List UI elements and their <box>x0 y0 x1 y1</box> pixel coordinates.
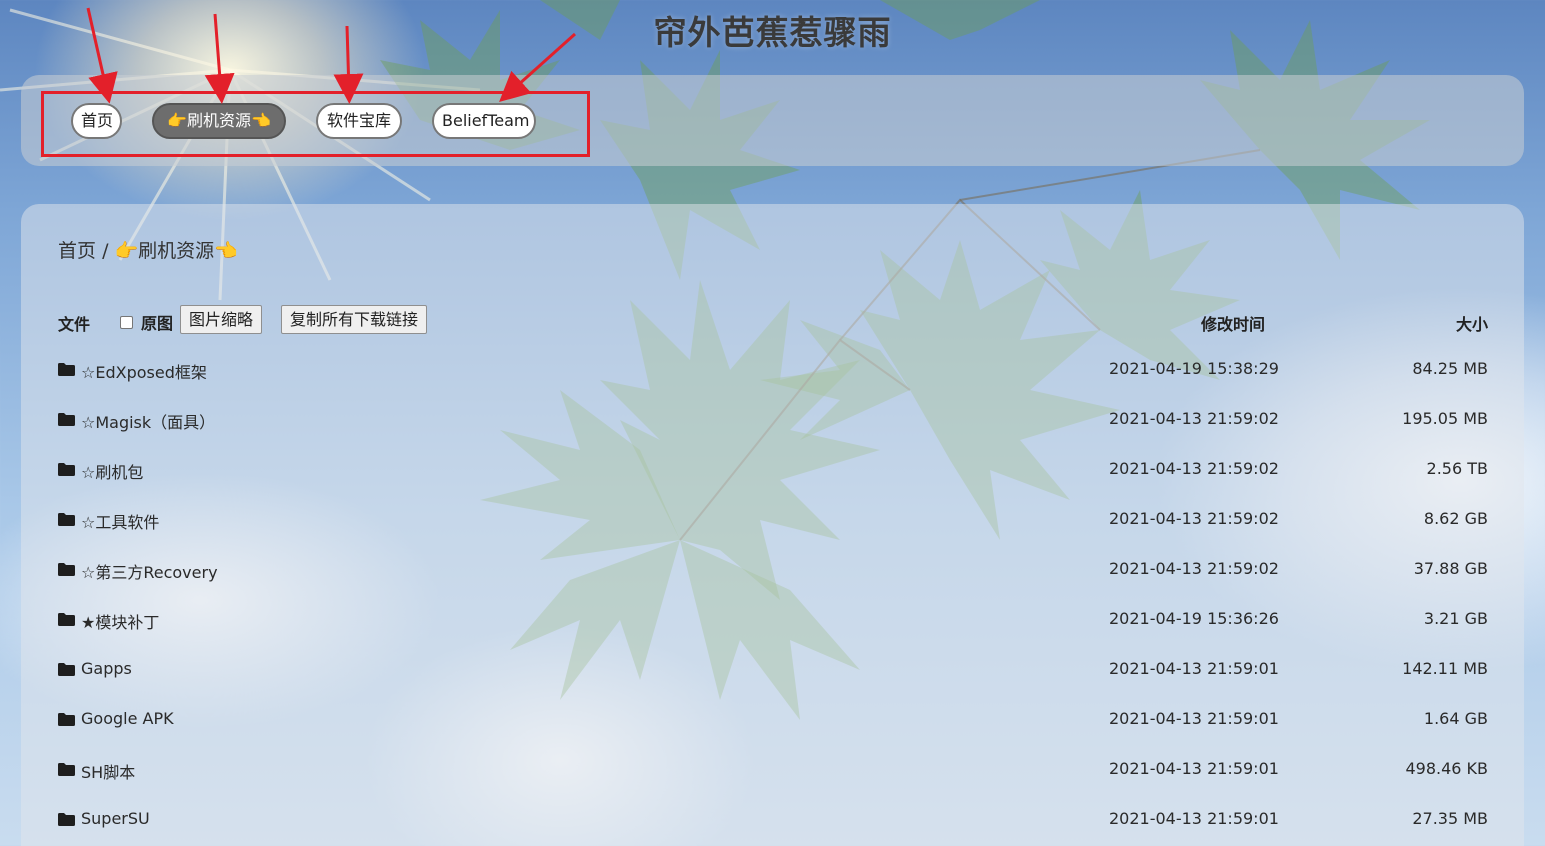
column-header-file[interactable]: 文件 <box>58 311 90 335</box>
table-row[interactable]: Gapps 2021-04-13 21:59:01 142.11 MB <box>0 655 1545 685</box>
table-row[interactable]: ☆工具软件 2021-04-13 21:59:02 8.62 GB <box>0 505 1545 535</box>
file-name-link[interactable]: ☆EdXposed框架 <box>81 359 207 383</box>
column-header-mtime[interactable]: 修改时间 <box>1201 311 1265 335</box>
table-row[interactable]: SuperSU 2021-04-13 21:59:01 27.35 MB <box>0 805 1545 835</box>
table-row[interactable]: SH脚本 2021-04-13 21:59:01 498.46 KB <box>0 755 1545 785</box>
file-size: 142.11 MB <box>1402 659 1488 678</box>
folder-icon <box>58 813 75 826</box>
breadcrumb: 首页 / 👉刷机资源👈 <box>58 236 238 263</box>
folder-icon <box>58 413 75 426</box>
folder-icon <box>58 613 75 626</box>
file-name-link[interactable]: ☆Magisk（面具） <box>81 409 215 433</box>
folder-icon <box>58 463 75 476</box>
file-modified-time: 2021-04-13 21:59:02 <box>1109 409 1279 428</box>
file-size: 37.88 GB <box>1413 559 1488 578</box>
folder-icon <box>58 763 75 776</box>
folder-icon <box>58 363 75 376</box>
original-image-toggle: 原图 <box>120 310 173 334</box>
file-modified-time: 2021-04-13 21:59:02 <box>1109 559 1279 578</box>
thumbnail-button[interactable]: 图片缩略 <box>180 305 263 334</box>
file-size: 498.46 KB <box>1405 759 1488 778</box>
file-size: 195.05 MB <box>1402 409 1488 428</box>
file-size: 84.25 MB <box>1412 359 1488 378</box>
file-name-link[interactable]: ☆第三方Recovery <box>81 559 218 583</box>
file-modified-time: 2021-04-13 21:59:02 <box>1109 459 1279 478</box>
file-name-link[interactable]: Gapps <box>81 659 132 678</box>
file-size: 2.56 TB <box>1426 459 1488 478</box>
file-name-link[interactable]: Google APK <box>81 709 174 728</box>
folder-icon <box>58 713 75 726</box>
file-name-link[interactable]: ★模块补丁 <box>81 609 159 633</box>
file-name-link[interactable]: ☆工具软件 <box>81 509 159 533</box>
column-header-size[interactable]: 大小 <box>1456 311 1488 335</box>
site-title: 帘外芭蕉惹骤雨 <box>653 13 892 52</box>
file-size: 27.35 MB <box>1412 809 1488 828</box>
file-size: 8.62 GB <box>1423 509 1488 528</box>
folder-icon <box>58 663 75 676</box>
folder-icon <box>58 513 75 526</box>
table-row[interactable]: ☆刷机包 2021-04-13 21:59:02 2.56 TB <box>0 455 1545 485</box>
table-row[interactable]: ★模块补丁 2021-04-19 15:36:26 3.21 GB <box>0 605 1545 635</box>
file-size: 1.64 GB <box>1423 709 1488 728</box>
file-modified-time: 2021-04-19 15:38:29 <box>1109 359 1279 378</box>
original-image-label: 原图 <box>141 314 174 333</box>
breadcrumb-current[interactable]: 👉刷机资源👈 <box>115 240 238 262</box>
annotation-highlight-box <box>41 91 590 157</box>
file-modified-time: 2021-04-19 15:36:26 <box>1109 609 1279 628</box>
file-modified-time: 2021-04-13 21:59:01 <box>1109 709 1279 728</box>
folder-icon <box>58 563 75 576</box>
table-row[interactable]: Google APK 2021-04-13 21:59:01 1.64 GB <box>0 705 1545 735</box>
table-row[interactable]: ☆第三方Recovery 2021-04-13 21:59:02 37.88 GB <box>0 555 1545 585</box>
file-modified-time: 2021-04-13 21:59:02 <box>1109 509 1279 528</box>
original-image-checkbox[interactable] <box>120 315 133 329</box>
file-modified-time: 2021-04-13 21:59:01 <box>1109 759 1279 778</box>
file-name-link[interactable]: SuperSU <box>81 809 150 828</box>
file-name-link[interactable]: ☆刷机包 <box>81 459 143 483</box>
breadcrumb-separator: / <box>102 240 109 262</box>
file-size: 3.21 GB <box>1423 609 1488 628</box>
table-row[interactable]: ☆Magisk（面具） 2021-04-13 21:59:02 195.05 MB <box>0 405 1545 435</box>
copy-all-links-button[interactable]: 复制所有下载链接 <box>281 305 428 334</box>
table-row[interactable]: ☆EdXposed框架 2021-04-19 15:38:29 84.25 MB <box>0 355 1545 385</box>
file-modified-time: 2021-04-13 21:59:01 <box>1109 809 1279 828</box>
file-name-link[interactable]: SH脚本 <box>81 759 135 783</box>
breadcrumb-home-link[interactable]: 首页 <box>58 240 96 262</box>
file-modified-time: 2021-04-13 21:59:01 <box>1109 659 1279 678</box>
